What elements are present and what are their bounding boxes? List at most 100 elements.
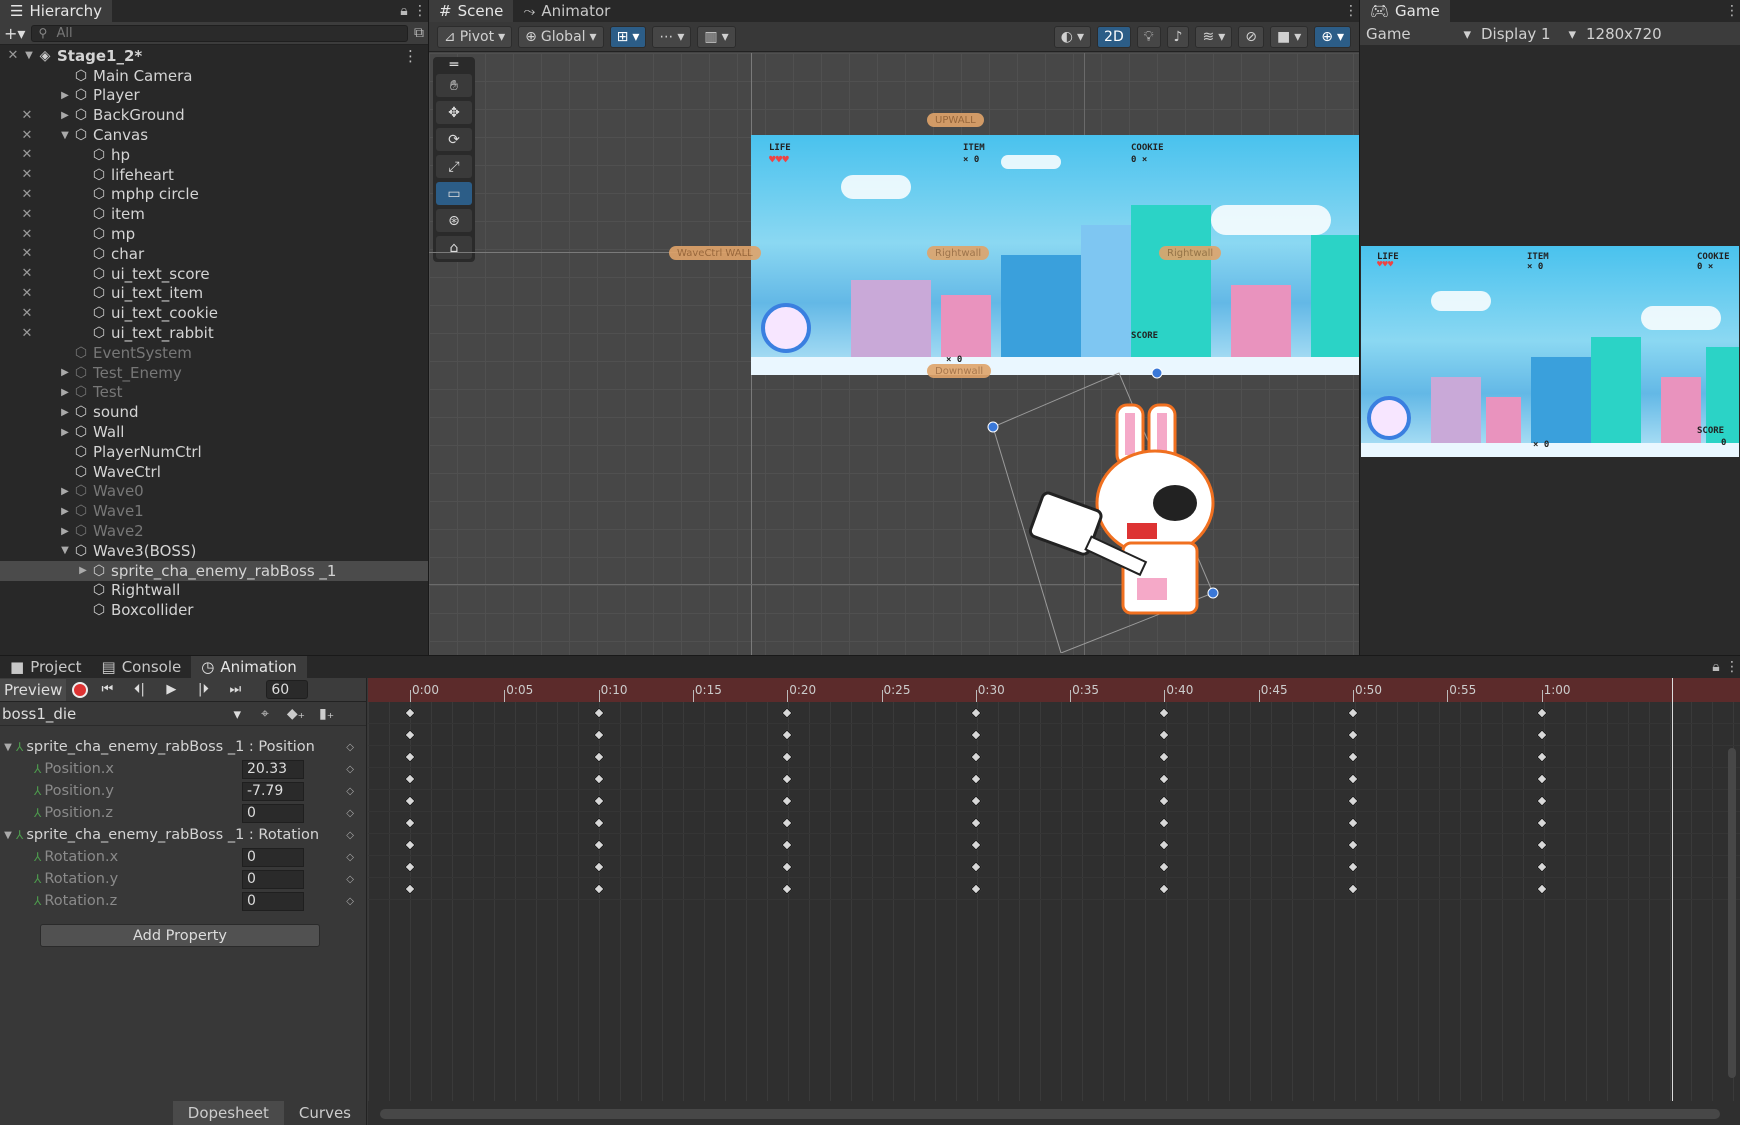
hierarchy-item[interactable]: ⬡ Rightwall <box>0 581 428 601</box>
increment-snap-button[interactable]: ⋯ ▾ <box>652 25 692 48</box>
rabbit-boss-sprite[interactable] <box>1027 403 1237 625</box>
keyframe-row[interactable] <box>368 812 1740 834</box>
hierarchy-item[interactable]: ▶ ⬡ Test_Enemy <box>0 363 428 383</box>
keyframe-row[interactable] <box>368 724 1740 746</box>
tab-hierarchy[interactable]: ☰ Hierarchy <box>0 0 112 22</box>
keyframe-diamond[interactable] <box>404 707 416 719</box>
keyframe-diamond[interactable] <box>781 861 793 873</box>
keyframe-diamond[interactable] <box>1158 773 1171 785</box>
property-row[interactable]: ⅄ Position.x 20.33 ◇ <box>0 758 366 780</box>
keyframe-diamond[interactable] <box>970 883 982 895</box>
keyframe-diamond[interactable] <box>970 773 982 785</box>
lighting-toggle[interactable]: 💡︎ <box>1136 25 1161 48</box>
keyframe-diamond[interactable] <box>781 817 793 829</box>
visibility-icon[interactable]: ✕ <box>4 48 22 63</box>
keyframe-diamond[interactable] <box>781 751 793 763</box>
add-property-button[interactable]: Add Property <box>40 924 320 947</box>
property-row[interactable]: ⅄ Rotation.x 0 ◇ <box>0 846 366 868</box>
visibility-icon[interactable]: ✕ <box>18 187 36 202</box>
expand-arrow-icon[interactable]: ▶ <box>58 427 72 438</box>
horizontal-scrollbar[interactable] <box>380 1109 1720 1119</box>
visibility-icon[interactable]: ✕ <box>18 266 36 281</box>
keyframe-diamond[interactable] <box>404 795 416 807</box>
tab-animator[interactable]: ⤳ Animator <box>513 0 620 22</box>
visibility-icon[interactable]: ✕ <box>18 167 36 182</box>
keyframe-diamond[interactable] <box>404 883 416 895</box>
expand-arrow-icon[interactable]: ▶ <box>58 387 72 398</box>
keyframe-diamond[interactable] <box>781 773 793 785</box>
keyframe-diamond[interactable] <box>404 839 416 851</box>
hierarchy-item[interactable]: ✕ ⬡ ui_text_rabbit <box>0 323 428 343</box>
hidden-objects-toggle[interactable]: ⊘ <box>1238 25 1264 48</box>
keyframe-diamond[interactable] <box>1158 861 1171 873</box>
visibility-icon[interactable]: ✕ <box>18 246 36 261</box>
property-row[interactable]: ⅄ Position.y -7.79 ◇ <box>0 780 366 802</box>
rightwall-label-2[interactable]: Rightwall <box>1159 246 1222 260</box>
keyframe-diamond[interactable] <box>592 773 605 785</box>
keyframe-dot-icon[interactable]: ◇ <box>346 830 354 841</box>
preview-button[interactable]: Preview <box>0 678 67 701</box>
keyframe-diamond[interactable] <box>592 707 605 719</box>
hierarchy-item[interactable]: ✕ ⬡ ui_text_item <box>0 284 428 304</box>
keyframe-diamond[interactable] <box>970 839 982 851</box>
keyframe-diamond[interactable] <box>781 795 793 807</box>
kebab-menu-icon[interactable]: ⋮ <box>1343 0 1359 22</box>
keyframe-diamond[interactable] <box>970 707 982 719</box>
keyframe-dot-icon[interactable]: ◇ <box>346 786 354 797</box>
keyframe-diamond[interactable] <box>1535 729 1548 741</box>
expand-arrow-icon[interactable]: ▼ <box>58 130 72 141</box>
hierarchy-item[interactable]: ✕ ⬡ hp <box>0 145 428 165</box>
camera-dropdown[interactable]: ■ ▾ <box>1269 25 1309 48</box>
scene-visibility-icon[interactable]: ⧉ <box>414 25 424 41</box>
grid-snap-button[interactable]: ⊞ ▾ <box>609 25 647 48</box>
display-dropdown[interactable]: Display 1 ▾ <box>1481 25 1576 43</box>
keyframe-diamond[interactable] <box>592 795 605 807</box>
keyframe-diamond[interactable] <box>1535 839 1548 851</box>
hierarchy-item[interactable]: ✕ ▶ ⬡ BackGround <box>0 105 428 125</box>
keyframe-diamond[interactable] <box>970 795 982 807</box>
keyframe-diamond[interactable] <box>1535 751 1548 763</box>
keyframe-row[interactable] <box>368 768 1740 790</box>
property-group[interactable]: ▼ ⅄ sprite_cha_enemy_rabBoss _1 : Position… <box>0 736 366 758</box>
keyframe-diamond[interactable] <box>592 729 605 741</box>
keyframe-diamond[interactable] <box>404 773 416 785</box>
add-keyframe-icon[interactable]: ◆₊ <box>287 706 305 722</box>
visibility-icon[interactable]: ✕ <box>18 108 36 123</box>
hierarchy-item[interactable]: ✕ ⬡ item <box>0 204 428 224</box>
keyframe-row[interactable] <box>368 790 1740 812</box>
keyframe-diamond[interactable] <box>970 861 982 873</box>
resolution-dropdown[interactable]: 1280x720 <box>1586 25 1662 43</box>
keyframe-diamond[interactable] <box>1158 817 1171 829</box>
keyframe-diamond[interactable] <box>1347 751 1359 763</box>
play-icon[interactable]: ▶ <box>158 682 184 697</box>
keyframe-diamond[interactable] <box>970 817 982 829</box>
hierarchy-item[interactable]: ⬡ WaveCtrl <box>0 462 428 482</box>
visibility-icon[interactable]: ✕ <box>18 306 36 321</box>
hierarchy-item[interactable]: ▶ ⬡ sound <box>0 402 428 422</box>
scene-game-canvas[interactable]: LIFE ♥♥♥ ITEM × 0 COOKIE 0 × SCORE × 0 <box>751 135 1359 375</box>
keyframe-dot-icon[interactable]: ◇ <box>346 874 354 885</box>
visibility-icon[interactable]: ✕ <box>18 207 36 222</box>
next-keyframe-icon[interactable]: |⏵︎ <box>190 682 216 697</box>
gizmos-dropdown[interactable]: ⊕ ▾ <box>1314 25 1351 48</box>
hierarchy-search[interactable]: ⚲ All <box>31 24 408 42</box>
keyframe-row[interactable] <box>368 746 1740 768</box>
scene-root[interactable]: ✕ ▼ ◈ Stage1_2* ⋮ <box>0 46 428 66</box>
clip-dropdown[interactable]: boss1_die ▾ <box>2 704 247 724</box>
keyframe-diamond[interactable] <box>1535 883 1548 895</box>
keyframe-row[interactable] <box>368 834 1740 856</box>
keyframe-diamond[interactable] <box>781 839 793 851</box>
hand-tool-icon[interactable]: ✋︎ <box>436 74 472 97</box>
hierarchy-item[interactable]: ✕ ⬡ lifeheart <box>0 165 428 185</box>
pivot-dropdown[interactable]: ⊿ Pivot ▾ <box>437 25 513 48</box>
keyframe-diamond[interactable] <box>1158 839 1171 851</box>
keyframe-diamond[interactable] <box>1535 707 1548 719</box>
keyframe-diamond[interactable] <box>1347 707 1359 719</box>
property-value-field[interactable]: 0 <box>242 891 304 911</box>
scene-viewport[interactable]: ═ ✋︎ ✥ ⟳ ⤢ ▭ ⊛ ⌂ LIFE ♥♥♥ ITEM × 0 COOKI… <box>429 53 1359 655</box>
move-tool-icon[interactable]: ✥ <box>436 101 472 124</box>
rightwall-label-1[interactable]: Rightwall <box>927 246 990 260</box>
frame-input[interactable]: 60 <box>266 680 309 699</box>
kebab-menu-icon[interactable]: ⋮ <box>1724 656 1740 678</box>
property-group[interactable]: ▼ ⅄ sprite_cha_enemy_rabBoss _1 : Rotation… <box>0 824 366 846</box>
